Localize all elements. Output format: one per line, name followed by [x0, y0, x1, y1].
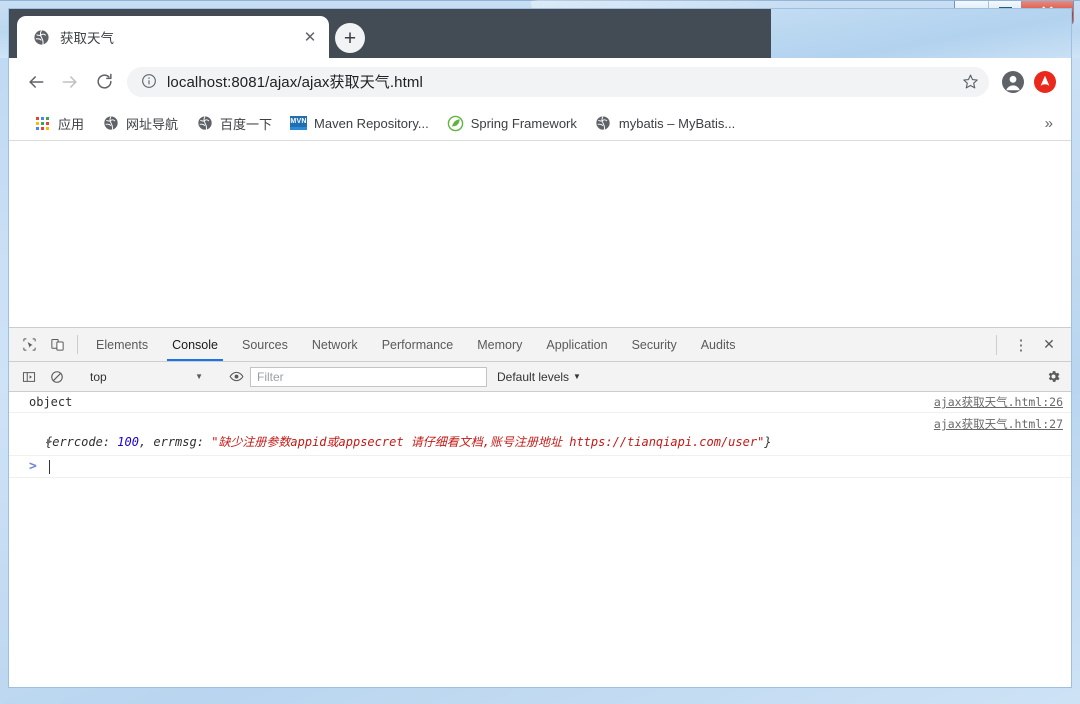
tab-performance[interactable]: Performance [370, 328, 466, 361]
bookmark-label: 百度一下 [220, 116, 273, 132]
forward-button[interactable] [53, 65, 87, 99]
filter-placeholder: Filter [257, 369, 284, 384]
console-prompt-row[interactable]: > [9, 456, 1071, 478]
console-object-row[interactable]: ajax获取天气.html:27 ▶ {errcode: 100, errmsg… [9, 413, 1071, 456]
tab-strip: 获取天气 ✕ + [9, 9, 1071, 58]
inspect-cursor-icon[interactable] [15, 328, 43, 361]
console-object-text: {errcode: 100, errmsg: "缺少注册参数appid或apps… [45, 433, 772, 450]
bookmarks-bar: 应用 网址导航 百度一下 MVN Maven Repository... Spr… [9, 106, 1071, 141]
toolbar-divider [77, 335, 78, 354]
globe-icon [33, 29, 50, 46]
globe-icon [595, 115, 612, 132]
tab-application[interactable]: Application [534, 328, 619, 361]
devtools-tabbar: Elements Console Sources Network Perform… [9, 328, 1071, 362]
globe-icon [196, 115, 213, 132]
new-tab-button[interactable]: + [335, 23, 365, 53]
devtools-more-button[interactable]: ⋮ [1007, 336, 1035, 354]
spring-leaf-icon [447, 115, 464, 132]
info-circle-icon[interactable] [141, 73, 158, 90]
tab-title: 获取天气 [60, 31, 114, 46]
log-levels-label: Default levels [497, 369, 570, 384]
red-extension-icon[interactable] [1029, 66, 1061, 98]
console-prompt-arrow: > [29, 459, 37, 474]
tab-audits[interactable]: Audits [689, 328, 748, 361]
console-output[interactable]: object ajax获取天气.html:26 ajax获取天气.html:27… [9, 392, 1071, 687]
mvn-icon: MVN [290, 115, 308, 132]
execution-context-dropdown[interactable]: top ▼ [84, 367, 209, 387]
object-token: } [764, 435, 772, 449]
device-toolbar-icon[interactable] [43, 328, 71, 361]
execution-context-value: top [90, 369, 107, 384]
tab-memory[interactable]: Memory [465, 328, 534, 361]
browser-tab[interactable]: 获取天气 ✕ [17, 16, 329, 58]
text-cursor [48, 459, 50, 474]
url-text: localhost:8081/ajax/ajax获取天气.html [167, 74, 423, 91]
bookmark-label: 网址导航 [126, 116, 179, 132]
bookmark-label: mybatis – MyBatis... [618, 115, 736, 131]
reload-button[interactable] [87, 65, 121, 99]
devtools-close-button[interactable]: ✕ [1035, 336, 1063, 353]
address-bar[interactable]: localhost:8081/ajax/ajax获取天气.html [127, 66, 989, 97]
devtools-panel: Elements Console Sources Network Perform… [9, 327, 1071, 687]
tab-console[interactable]: Console [160, 328, 230, 361]
tab-security[interactable]: Security [620, 328, 689, 361]
tab-sources[interactable]: Sources [230, 328, 300, 361]
console-message-row[interactable]: object ajax获取天气.html:26 [9, 392, 1071, 413]
bookmark-apps[interactable]: 应用 [25, 110, 93, 136]
bookmark-label: Maven Repository... [314, 115, 429, 131]
bookmark-maven[interactable]: MVN Maven Repository... [281, 110, 438, 136]
tab-network[interactable]: Network [300, 328, 370, 361]
object-token-string: "缺少注册参数appid或appsecret 请仔细看文档,账号注册地址 htt… [211, 435, 765, 449]
clear-console-icon[interactable] [43, 370, 71, 384]
bookmark-web-nav[interactable]: 网址导航 [93, 110, 187, 136]
live-expression-icon[interactable] [222, 369, 250, 384]
log-levels-dropdown[interactable]: Default levels ▼ [487, 370, 591, 384]
bookmark-star-icon[interactable] [957, 69, 983, 95]
console-source-link[interactable]: ajax获取天气.html:26 [922, 394, 1063, 410]
console-sidebar-icon[interactable] [15, 370, 43, 384]
window-frame: ✕ 获取天气 ✕ + [0, 0, 1080, 704]
tab-elements[interactable]: Elements [84, 328, 160, 361]
object-token: , errmsg: [138, 435, 212, 449]
console-source-link[interactable]: ajax获取天气.html:27 [922, 416, 1063, 432]
bookmark-label: Spring Framework [470, 115, 577, 131]
expand-arrow-icon[interactable]: ▶ [47, 437, 52, 447]
gear-icon[interactable] [1046, 369, 1071, 384]
profile-avatar-icon[interactable] [997, 66, 1029, 98]
console-empty-space[interactable] [9, 478, 1071, 687]
page-content-area [9, 141, 1071, 327]
console-message-text: object [29, 395, 73, 409]
chevron-down-icon: ▼ [195, 372, 203, 381]
bookmark-spring[interactable]: Spring Framework [438, 110, 586, 136]
bookmark-baidu[interactable]: 百度一下 [187, 110, 281, 136]
bookmark-mybatis[interactable]: mybatis – MyBatis... [586, 110, 744, 136]
console-filter-bar: top ▼ Filter Default levels ▼ [9, 362, 1071, 392]
object-token-number: 100 [117, 435, 139, 449]
chevron-down-icon: ▼ [573, 372, 581, 381]
chrome-browser-window: 获取天气 ✕ + localhost:8081/ajax/ajax获取天气.ht… [8, 8, 1072, 688]
globe-icon [102, 115, 119, 132]
bookmark-label: 应用 [58, 116, 85, 132]
object-token: {errcode: [45, 435, 118, 449]
bookmarks-overflow-button[interactable]: » [1037, 115, 1061, 132]
browser-toolbar: localhost:8081/ajax/ajax获取天气.html [9, 58, 1071, 106]
tab-close-button[interactable]: ✕ [299, 26, 321, 48]
filter-input[interactable]: Filter [250, 366, 487, 387]
apps-grid-icon [34, 115, 51, 132]
back-button[interactable] [19, 65, 53, 99]
